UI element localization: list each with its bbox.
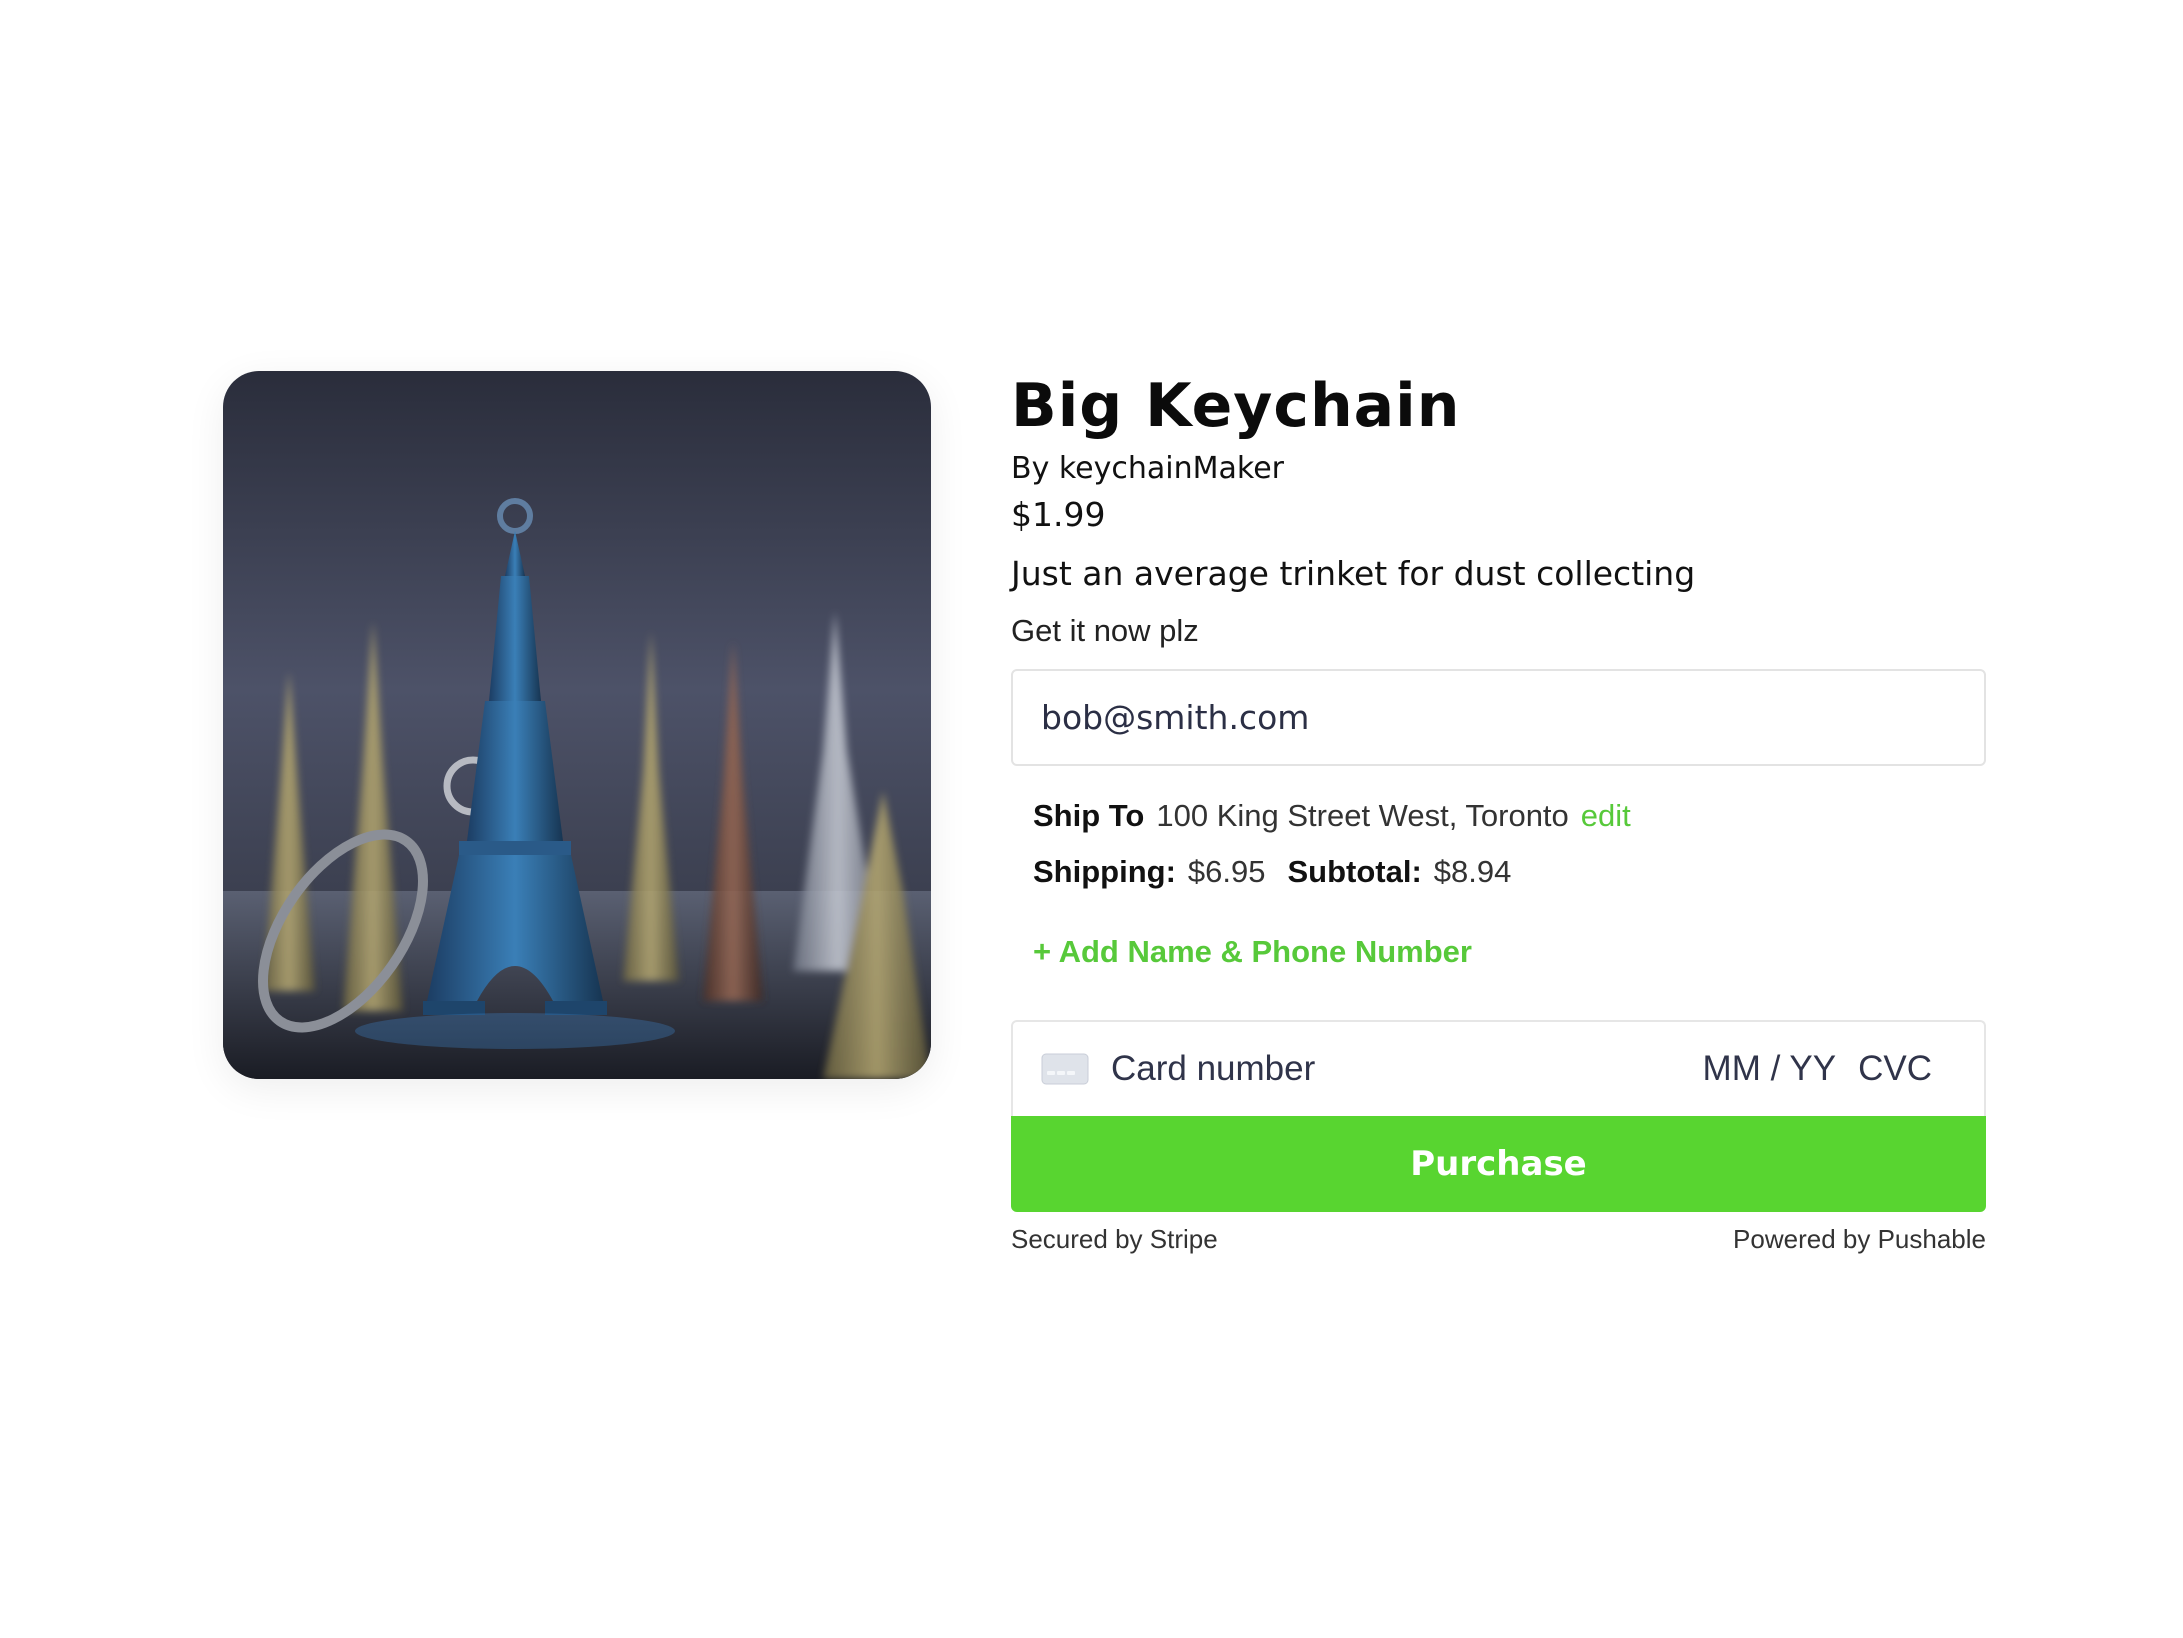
product-price: $1.99 — [1011, 495, 1106, 534]
add-name-phone-button[interactable]: + Add Name & Phone Number — [1011, 934, 1986, 970]
secured-by-text: Secured by Stripe — [1011, 1224, 1218, 1254]
subtotal-value: $8.94 — [1433, 854, 1512, 889]
card-input[interactable]: Card number MM / YY CVC — [1011, 1020, 1986, 1116]
ship-to-address: 100 King Street West, Toronto — [1156, 798, 1569, 833]
product-author: By keychainMaker — [1011, 451, 1284, 486]
shipping-value: $6.95 — [1187, 854, 1266, 889]
product-description: Just an average trinket for dust collect… — [1011, 554, 1696, 593]
checkout-footer: Secured by Stripe Powered by Pushable — [1011, 1224, 1986, 1255]
ship-to-row: Ship To 100 King Street West, Toronto ed… — [1033, 796, 1986, 836]
product-details: Big Keychain By keychainMaker $1.99 Just… — [1011, 371, 1986, 1255]
product-title: Big Keychain — [1011, 371, 1461, 441]
edit-address-link[interactable]: edit — [1581, 796, 1631, 836]
subtotal-label: Subtotal: — [1287, 854, 1422, 889]
product-image — [223, 371, 931, 1079]
card-number-placeholder[interactable]: Card number — [1111, 1049, 1703, 1089]
powered-by-text: Powered by Pushable — [1733, 1224, 1986, 1254]
cvc-placeholder[interactable]: CVC — [1858, 1049, 1932, 1089]
credit-card-icon — [1041, 1053, 1089, 1085]
purchase-button[interactable]: Purchase — [1011, 1116, 1986, 1212]
shipping-label: Shipping: — [1033, 854, 1176, 889]
shipping-summary: Ship To 100 King Street West, Toronto ed… — [1011, 796, 1986, 892]
ship-to-label: Ship To — [1033, 798, 1145, 833]
call-to-action-text: Get it now plz — [1011, 613, 1199, 648]
cost-row: Shipping: $6.95 Subtotal: $8.94 — [1033, 852, 1986, 892]
expiry-placeholder[interactable]: MM / YY — [1703, 1049, 1837, 1089]
email-value: bob@smith.com — [1041, 698, 1310, 737]
email-field[interactable]: bob@smith.com — [1011, 669, 1986, 766]
checkout-page: Big Keychain By keychainMaker $1.99 Just… — [0, 0, 2183, 1638]
